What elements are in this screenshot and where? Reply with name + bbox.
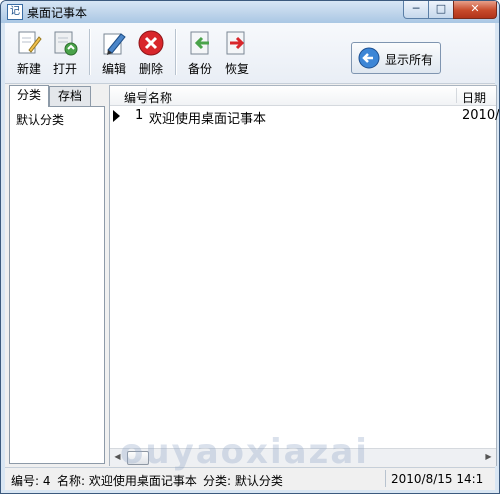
title-bar[interactable]: 记 桌面记事本 ─ □ ✕ — [1, 1, 499, 23]
toolbar-separator — [175, 29, 177, 75]
app-window: 记 桌面记事本 ─ □ ✕ 新建 打开 编辑 删除 备份 恢复 显示所有 分类 … — [0, 0, 500, 494]
status-name: 名称: 欢迎使用桌面记事本 — [57, 474, 197, 488]
restore-label: 恢复 — [224, 62, 249, 76]
notes-list: 编号 名称 日期 1 欢迎使用桌面记事本 2010/ ◀ ▶ — [109, 85, 500, 466]
new-note-icon — [18, 31, 42, 54]
edit-label: 编辑 — [101, 62, 126, 76]
restore-button[interactable]: 恢复 — [219, 30, 255, 80]
new-button[interactable]: 新建 — [11, 30, 47, 80]
maximize-button[interactable]: □ — [428, 1, 454, 19]
backup-icon — [190, 31, 209, 55]
category-list: 默认分类 — [9, 106, 105, 464]
list-header: 编号 名称 日期 — [110, 86, 496, 106]
category-item[interactable]: 默认分类 — [16, 111, 64, 128]
table-row[interactable]: 1 欢迎使用桌面记事本 2010/ — [110, 106, 500, 127]
edit-icon — [103, 33, 126, 55]
header-name[interactable]: 名称 — [148, 89, 172, 106]
delete-icon — [138, 30, 164, 56]
show-all-label: 显示所有 — [385, 53, 434, 67]
new-label: 新建 — [16, 62, 41, 76]
back-arrow-icon — [358, 47, 380, 69]
restore-icon — [226, 31, 245, 55]
row-date: 2010/ — [462, 108, 500, 123]
toolbar: 新建 打开 编辑 删除 备份 恢复 显示所有 — [5, 23, 495, 84]
backup-button[interactable]: 备份 — [182, 30, 218, 80]
edit-button[interactable]: 编辑 — [96, 30, 132, 80]
status-category: 分类: 默认分类 — [203, 474, 283, 488]
window-title: 桌面记事本 — [27, 6, 88, 20]
backup-label: 备份 — [187, 62, 212, 76]
status-divider — [385, 470, 386, 487]
tab-category[interactable]: 分类 — [9, 85, 49, 107]
scroll-right-icon[interactable]: ▶ — [481, 449, 496, 465]
status-datetime: 2010/8/15 14:1 — [391, 472, 484, 486]
close-button[interactable]: ✕ — [453, 1, 497, 19]
delete-button[interactable]: 删除 — [133, 30, 169, 80]
status-number: 编号: 4 — [11, 474, 51, 488]
tab-archive[interactable]: 存档 — [49, 86, 91, 106]
row-number: 1 — [135, 108, 144, 123]
row-name: 欢迎使用桌面记事本 — [149, 112, 267, 127]
toolbar-separator — [89, 29, 91, 75]
open-button[interactable]: 打开 — [47, 30, 83, 80]
show-all-button[interactable]: 显示所有 — [351, 42, 441, 74]
client-area: 新建 打开 编辑 删除 备份 恢复 显示所有 分类 存档 默认分类 编号 名称 … — [5, 23, 500, 490]
watermark: ouyaoxiazai — [120, 432, 369, 472]
header-number[interactable]: 编号 — [124, 89, 148, 106]
row-selector-icon — [113, 110, 120, 122]
delete-label: 删除 — [138, 62, 163, 76]
header-date[interactable]: 日期 — [462, 89, 486, 106]
header-divider[interactable] — [456, 88, 457, 103]
header-divider[interactable] — [146, 88, 147, 103]
open-label: 打开 — [52, 62, 77, 76]
minimize-button[interactable]: ─ — [403, 1, 429, 19]
app-icon: 记 — [7, 4, 23, 20]
open-note-icon — [54, 31, 78, 56]
